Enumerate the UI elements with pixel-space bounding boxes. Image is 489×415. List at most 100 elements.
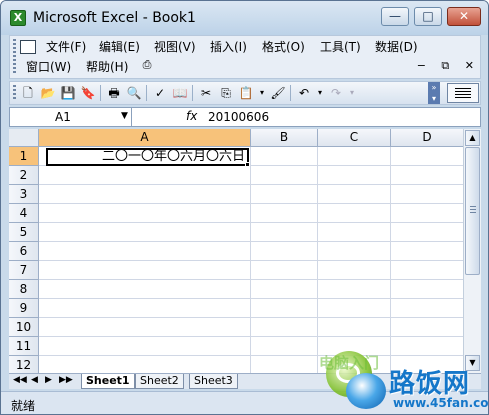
toolbar-separator	[146, 85, 147, 101]
select-all-corner[interactable]	[9, 129, 39, 147]
menu-format[interactable]: 格式(O)	[262, 40, 305, 54]
prev-sheet-icon[interactable]: ◀	[31, 375, 38, 385]
permission-icon[interactable]: 🔖	[80, 85, 96, 101]
minimize-button[interactable]: —	[381, 7, 409, 26]
gridline	[39, 260, 479, 261]
new-icon[interactable]: 🗋	[20, 85, 36, 101]
column-header-a[interactable]: A	[39, 129, 251, 147]
menu-file[interactable]: 文件(F)	[46, 40, 86, 54]
watermark-url: www.45fan.com	[393, 396, 489, 410]
research-icon[interactable]: 📖	[172, 85, 188, 101]
row-header-3[interactable]: 3	[9, 185, 39, 204]
grip-icon	[470, 206, 476, 215]
menu-data[interactable]: 数据(D)	[375, 40, 418, 54]
standard-toolbar: 🗋 📂 💾 🔖 🖶 🔍 ✓ 📖 ✂ ⎘ 📋 ▾ 🖌 ↶ ▾ ↷ ▾ » ▾	[9, 81, 481, 105]
vertical-scrollbar[interactable]: ▲ ▼	[463, 129, 481, 373]
row-header-11[interactable]: 11	[9, 337, 39, 356]
copy-icon[interactable]: ⎘	[218, 85, 234, 101]
gridline	[39, 222, 479, 223]
tab-sheet1[interactable]: Sheet1	[81, 374, 135, 389]
tab-sheet2[interactable]: Sheet2	[135, 374, 184, 389]
toolbar-grip[interactable]	[13, 85, 16, 101]
paste-icon[interactable]: 📋	[238, 85, 254, 101]
fill-handle[interactable]	[245, 162, 250, 167]
scrollbar-thumb[interactable]	[465, 147, 480, 275]
column-header-c[interactable]: C	[318, 129, 391, 147]
spelling-icon[interactable]: ✓	[152, 85, 168, 101]
chevron-down-icon[interactable]: ▼	[121, 111, 128, 121]
menu-view[interactable]: 视图(V)	[154, 40, 196, 54]
row-header-7[interactable]: 7	[9, 261, 39, 280]
window-title: Microsoft Excel - Book1	[33, 10, 196, 26]
maximize-icon: □	[422, 9, 434, 23]
menu-edit[interactable]: 编辑(E)	[99, 40, 140, 54]
excel-app-icon[interactable]: X	[10, 10, 26, 26]
formula-bar: A1 ▼ fx	[9, 107, 481, 127]
title-bar[interactable]: X Microsoft Excel - Book1 — □ ✕	[1, 1, 488, 35]
menu-help[interactable]: 帮助(H)	[86, 60, 128, 74]
camera-icon[interactable]: ⎙	[139, 58, 155, 72]
print-icon[interactable]: 🖶	[106, 85, 122, 101]
watermark-brand: 路饭网	[389, 369, 471, 399]
row-header-12[interactable]: 12	[9, 356, 39, 373]
row-header-6[interactable]: 6	[9, 242, 39, 261]
toolbar-separator	[100, 85, 101, 101]
column-header-b[interactable]: B	[251, 129, 318, 147]
excel-window: X Microsoft Excel - Book1 — □ ✕ 文件(F) 编辑…	[0, 0, 489, 415]
menu-grip[interactable]	[13, 39, 16, 75]
menu-insert[interactable]: 插入(I)	[210, 40, 247, 54]
close-icon: ✕	[458, 9, 470, 23]
minimize-icon: —	[389, 9, 401, 23]
formula-input[interactable]	[208, 109, 476, 125]
gridline	[39, 184, 479, 185]
row-header-4[interactable]: 4	[9, 204, 39, 223]
align-icon	[455, 88, 471, 99]
last-sheet-icon[interactable]: ▶▶	[59, 375, 73, 385]
next-sheet-icon[interactable]: ▶	[45, 375, 52, 385]
row-header-10[interactable]: 10	[9, 318, 39, 337]
undo-icon[interactable]: ↶	[296, 85, 312, 101]
tab-sheet3[interactable]: Sheet3	[189, 374, 238, 389]
menu-window[interactable]: 窗口(W)	[26, 60, 71, 74]
column-header-d[interactable]: D	[391, 129, 464, 147]
row-header-1[interactable]: 1	[9, 147, 39, 166]
gridline	[39, 317, 479, 318]
menu-tools[interactable]: 工具(T)	[320, 40, 361, 54]
toolbar-options-icon[interactable]: » ▾	[428, 82, 440, 104]
redo-icon[interactable]: ↷	[328, 85, 344, 101]
close-button[interactable]: ✕	[447, 7, 481, 26]
row-header-2[interactable]: 2	[9, 166, 39, 185]
status-ready: 就绪	[11, 399, 36, 413]
redo-dropdown-icon[interactable]: ▾	[344, 85, 360, 101]
open-icon[interactable]: 📂	[40, 85, 56, 101]
mdi-restore-icon[interactable]: ⧉	[441, 59, 449, 72]
mdi-minimize-icon[interactable]: −	[417, 59, 426, 72]
name-box[interactable]: A1 ▼	[10, 108, 132, 126]
toolbar-separator	[192, 85, 193, 101]
gridline	[39, 241, 479, 242]
save-icon[interactable]: 💾	[60, 85, 76, 101]
row-header-9[interactable]: 9	[9, 299, 39, 318]
scroll-up-icon[interactable]: ▲	[465, 130, 480, 146]
paste-dropdown-icon[interactable]: ▾	[254, 85, 270, 101]
format-painter-icon[interactable]: 🖌	[270, 85, 286, 101]
cut-icon[interactable]: ✂	[198, 85, 214, 101]
row-header-8[interactable]: 8	[9, 280, 39, 299]
undo-dropdown-icon[interactable]: ▾	[312, 85, 328, 101]
fx-icon[interactable]: fx	[186, 109, 197, 123]
cell-a1[interactable]: 二〇一〇年〇六月〇六日	[46, 148, 249, 166]
gridline	[39, 336, 479, 337]
watermark-drop-logo	[346, 373, 386, 409]
row-header-5[interactable]: 5	[9, 223, 39, 242]
worksheet-grid[interactable]: A B C D 1 2 3 4 5 6 7 8 9 10 11 12 二〇一〇年…	[9, 129, 479, 373]
menu-bar: 文件(F) 编辑(E) 视图(V) 插入(I) 格式(O) 工具(T) 数据(D…	[9, 35, 481, 79]
toolbar-separator	[290, 85, 291, 101]
maximize-button[interactable]: □	[414, 7, 442, 26]
workbook-icon[interactable]	[20, 40, 36, 54]
mdi-controls: − ⧉ ✕	[405, 59, 474, 73]
gridline	[39, 355, 479, 356]
align-left-button[interactable]	[447, 83, 479, 103]
first-sheet-icon[interactable]: ◀◀	[13, 375, 27, 385]
mdi-close-icon[interactable]: ✕	[465, 59, 474, 72]
print-preview-icon[interactable]: 🔍	[126, 85, 142, 101]
